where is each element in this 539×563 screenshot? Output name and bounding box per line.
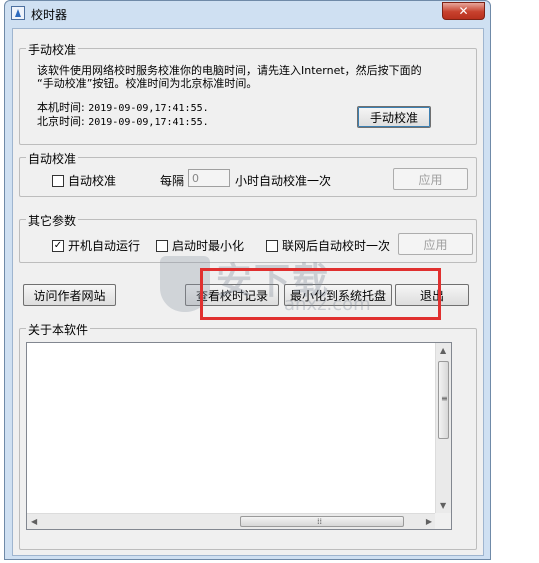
beijing-time-label: 北京时间: (37, 115, 85, 128)
manual-description: 该软件使用网络校时服务校准你的电脑时间，请先连入Internet，然后按下面的 … (37, 64, 422, 90)
other-params-legend: 其它参数 (26, 212, 79, 229)
beijing-time-value: 2019-09-09,17:41:55. (88, 117, 209, 128)
scrollbar-corner (435, 513, 451, 529)
network-sync-label: 联网后自动校时一次 (282, 239, 391, 253)
manual-description-line1: 该软件使用网络校时服务校准你的电脑时间，请先连入Internet，然后按下面的 (37, 64, 422, 77)
local-time-label: 本机时间: (37, 101, 85, 114)
window-title: 校时器 (31, 8, 68, 22)
horizontal-scrollbar[interactable]: ◀ ⁞⁞ ▶ (27, 513, 436, 529)
auto-apply-button[interactable]: 应用 (393, 168, 468, 190)
vertical-scroll-thumb[interactable]: ≡ (438, 361, 449, 439)
auto-calibrate-label: 自动校准 (68, 174, 117, 188)
scroll-left-arrow-icon[interactable]: ◀ (31, 518, 37, 526)
startup-run-label: 开机自动运行 (68, 239, 141, 253)
auto-calibrate-checkbox-box[interactable] (52, 174, 64, 187)
close-button[interactable]: ✕ (442, 2, 485, 20)
check-icon[interactable]: ✓ (52, 239, 64, 252)
network-sync-checkbox-box[interactable] (266, 239, 278, 252)
startup-run-checkbox[interactable]: ✓ 开机自动运行 (52, 237, 140, 254)
scroll-right-arrow-icon[interactable]: ▶ (426, 518, 432, 526)
highlight-box (200, 268, 441, 320)
time-readouts: 本机时间: 2019-09-09,17:41:55. 北京时间: 2019-09… (37, 101, 209, 129)
interval-hours-input[interactable] (188, 169, 230, 187)
grip-icon: ⁞⁞ (317, 517, 323, 526)
auto-calibrate-checkbox[interactable]: 自动校准 (52, 172, 116, 189)
network-sync-checkbox[interactable]: 联网后自动校时一次 (266, 237, 390, 254)
horizontal-scroll-thumb[interactable]: ⁞⁞ (240, 516, 404, 527)
auto-calibration-group: 自动校准 自动校准 每隔 小时自动校准一次 应用 (19, 150, 477, 197)
other-params-group: 其它参数 ✓ 开机自动运行 启动时最小化 联网后自动校时一次 应用 (19, 212, 477, 263)
scroll-up-arrow-icon[interactable]: ▲ (440, 347, 446, 355)
manual-calibration-group: 手动校准 该软件使用网络校时服务校准你的电脑时间，请先连入Internet，然后… (19, 41, 477, 145)
close-icon: ✕ (458, 4, 469, 18)
manual-description-line2: “手动校准”按钮。校准时间为北京标准时间。 (37, 77, 258, 90)
start-minimized-checkbox[interactable]: 启动时最小化 (156, 237, 244, 254)
start-minimized-label: 启动时最小化 (172, 239, 245, 253)
start-minimized-checkbox-box[interactable] (156, 239, 168, 252)
title-bar: 校时器 ✕ (5, 1, 490, 25)
vertical-scrollbar[interactable]: ▲ ≡ ▼ (435, 343, 451, 514)
auto-calibration-legend: 自动校准 (26, 150, 79, 167)
about-legend: 关于本软件 (26, 321, 91, 338)
interval-suffix: 小时自动校准一次 (235, 174, 332, 188)
visit-author-site-button[interactable]: 访问作者网站 (23, 284, 116, 306)
grip-icon: ≡ (441, 394, 448, 403)
scroll-down-arrow-icon[interactable]: ▼ (440, 502, 446, 510)
every-label: 每隔 (160, 174, 185, 188)
clock-app-icon (11, 6, 25, 20)
local-time-value: 2019-09-09,17:41:55. (88, 103, 209, 114)
manual-calibrate-button[interactable]: 手动校准 (357, 106, 431, 128)
manual-calibration-legend: 手动校准 (26, 41, 79, 58)
other-apply-button[interactable]: 应用 (398, 233, 473, 255)
about-textarea[interactable]: ▲ ≡ ▼ ◀ ⁞⁞ ▶ (26, 342, 452, 530)
